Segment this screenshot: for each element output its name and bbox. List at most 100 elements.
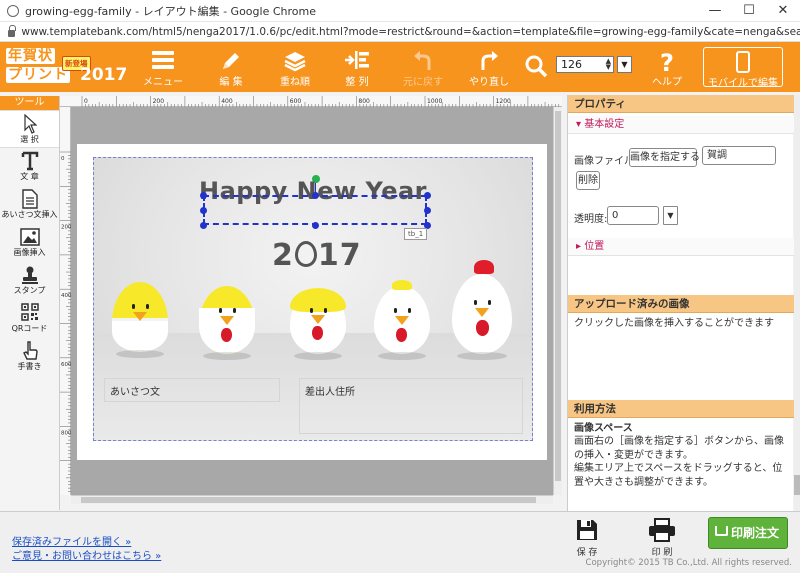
undo-icon: [414, 51, 431, 70]
position-section[interactable]: ▸ 位置: [568, 238, 794, 256]
mobile-edit-label: モバイルで編集: [708, 78, 778, 89]
canvas-horizontal-scrollbar[interactable]: [71, 495, 553, 504]
open-saved-file-link[interactable]: 保存済みファイルを開く »: [12, 533, 131, 548]
print-label: 印 刷: [651, 548, 673, 558]
cart-icon: [715, 526, 728, 536]
mobile-edit-button[interactable]: モバイルで編集: [703, 47, 783, 89]
usage-title: 画像スペース: [574, 423, 633, 434]
tool-text[interactable]: 文 章: [0, 148, 59, 186]
zoom-dropdown-button[interactable]: ▼: [617, 56, 632, 73]
help-button[interactable]: ? ヘルプ: [636, 42, 698, 92]
align-icon: [345, 51, 369, 69]
tool-image[interactable]: 画像挿入: [0, 224, 59, 262]
address-bar[interactable]: www.templatebank.com/html5/nenga2017/1.0…: [0, 22, 800, 42]
sender-address-box[interactable]: 差出人住所: [299, 378, 523, 434]
floppy-disk-icon: [577, 520, 597, 540]
scroll-thumb[interactable]: [555, 111, 561, 481]
maximize-icon[interactable]: ☐: [732, 0, 766, 22]
egg-zero-icon: [294, 241, 317, 267]
undo-button[interactable]: 元に戻す: [392, 42, 454, 92]
resize-handle-nw[interactable]: [200, 192, 207, 199]
canvas-workspace[interactable]: Happy New Year tb_1 2 17 あいさつ文 差出人住所: [71, 107, 562, 495]
undo-label: 元に戻す: [403, 77, 443, 88]
selection-box[interactable]: [203, 195, 427, 225]
right-panel-scrollbar[interactable]: [794, 95, 800, 511]
delete-button[interactable]: 削除: [576, 171, 600, 190]
help-label: ヘルプ: [652, 77, 682, 88]
tool-select[interactable]: 選 択: [0, 110, 59, 148]
url-text[interactable]: www.templatebank.com/html5/nenga2017/1.0…: [21, 26, 800, 38]
tool-label: QRコード: [11, 324, 48, 333]
app-logo[interactable]: 年賀状 プリント 新登場 2017: [4, 46, 130, 88]
menu-button[interactable]: メニュー: [132, 42, 194, 92]
close-icon[interactable]: ✕: [766, 0, 800, 22]
resize-handle-ne[interactable]: [424, 192, 431, 199]
right-panel: プロパティ ▾ 基本設定 画像ファイル: 画像を指定する 賀調 削除 透明度: …: [567, 95, 794, 511]
opacity-input[interactable]: 0: [607, 206, 659, 225]
tool-handwrite[interactable]: 手書き: [0, 338, 59, 376]
tool-panel: ツール 選 択 文 章 あいさつ文挿入 画像挿入 スタンプ QRコード 手書き: [0, 96, 60, 510]
scroll-thumb[interactable]: [794, 475, 800, 495]
opacity-dropdown-button[interactable]: ▼: [663, 206, 678, 225]
text-icon: [21, 151, 38, 171]
uploaded-images-header: アップロード済みの画像: [568, 295, 794, 313]
minimize-icon[interactable]: —: [698, 0, 732, 22]
tool-label: スタンプ: [13, 286, 46, 295]
ruler-left: 0 200 400 600 800: [60, 107, 72, 495]
ruler-label: 800: [61, 430, 71, 436]
zoom-search-icon[interactable]: [524, 54, 548, 81]
zoom-input[interactable]: 126 ▲ ▼: [556, 56, 614, 73]
scroll-thumb[interactable]: [81, 497, 536, 503]
year-text[interactable]: 2 17: [272, 238, 362, 273]
resize-handle-e[interactable]: [424, 207, 431, 214]
zoom-value: 126: [561, 58, 582, 71]
resize-handle-sw[interactable]: [200, 222, 207, 229]
ruler-label: 600: [290, 98, 302, 105]
ruler-label: 1000: [427, 98, 442, 105]
greeting-doc-icon: [21, 189, 38, 209]
tool-label: 手書き: [17, 362, 42, 371]
menu-label: メニュー: [143, 77, 183, 88]
resize-handle-w[interactable]: [200, 207, 207, 214]
print-order-button[interactable]: 印刷注文: [708, 517, 788, 549]
stamp-icon: [21, 266, 38, 284]
usage-header: 利用方法: [568, 400, 794, 418]
image-space[interactable]: Happy New Year tb_1 2 17 あいさつ文 差出人住所: [93, 157, 533, 441]
chick-3-image: [290, 288, 346, 360]
handwrite-icon: [22, 341, 38, 360]
save-button[interactable]: 保 存: [565, 514, 609, 558]
tool-label: あいさつ文挿入: [1, 210, 58, 219]
ruler-label: 0: [61, 156, 65, 162]
layer-order-button[interactable]: 重ね順: [264, 42, 326, 92]
year-digit-left: 2: [272, 238, 294, 273]
redo-button[interactable]: やり直し: [458, 42, 520, 92]
image-adjust-field[interactable]: 賀調: [702, 146, 776, 165]
spinner-icon[interactable]: ▲ ▼: [606, 58, 611, 71]
align-button[interactable]: 整 列: [326, 42, 388, 92]
resize-handle-n[interactable]: [312, 192, 319, 199]
postcard[interactable]: Happy New Year tb_1 2 17 あいさつ文 差出人住所: [77, 144, 547, 460]
resize-handle-s[interactable]: [312, 222, 319, 229]
choose-image-button[interactable]: 画像を指定する: [629, 148, 700, 167]
tool-greeting[interactable]: あいさつ文挿入: [0, 186, 59, 224]
printer-icon: [649, 518, 675, 542]
basic-settings-label: 基本設定: [584, 119, 625, 130]
contact-link[interactable]: ご意見・お問い合わせはこちら »: [12, 547, 161, 562]
chick-2-image: [199, 286, 255, 360]
edit-button[interactable]: 編 集: [200, 42, 262, 92]
edit-label: 編 集: [219, 77, 243, 88]
canvas-vertical-scrollbar[interactable]: [553, 107, 562, 495]
tool-stamp[interactable]: スタンプ: [0, 262, 59, 300]
qr-icon: [20, 303, 39, 321]
print-button[interactable]: 印 刷: [640, 514, 684, 558]
ruler-label: 200: [61, 225, 71, 231]
usage-text-2: 編集エリア上でスペースをドラッグすると、位置や大きさも調整ができます。: [574, 463, 783, 488]
ruler-label: 400: [221, 98, 233, 105]
layer-order-label: 重ね順: [280, 77, 310, 88]
tool-label: 文 章: [20, 172, 39, 181]
tool-qr[interactable]: QRコード: [0, 300, 59, 338]
rooster-image: [452, 260, 512, 360]
redo-label: やり直し: [469, 77, 509, 88]
basic-settings-section[interactable]: ▾ 基本設定: [568, 116, 794, 134]
greeting-text-box[interactable]: あいさつ文: [104, 378, 280, 402]
